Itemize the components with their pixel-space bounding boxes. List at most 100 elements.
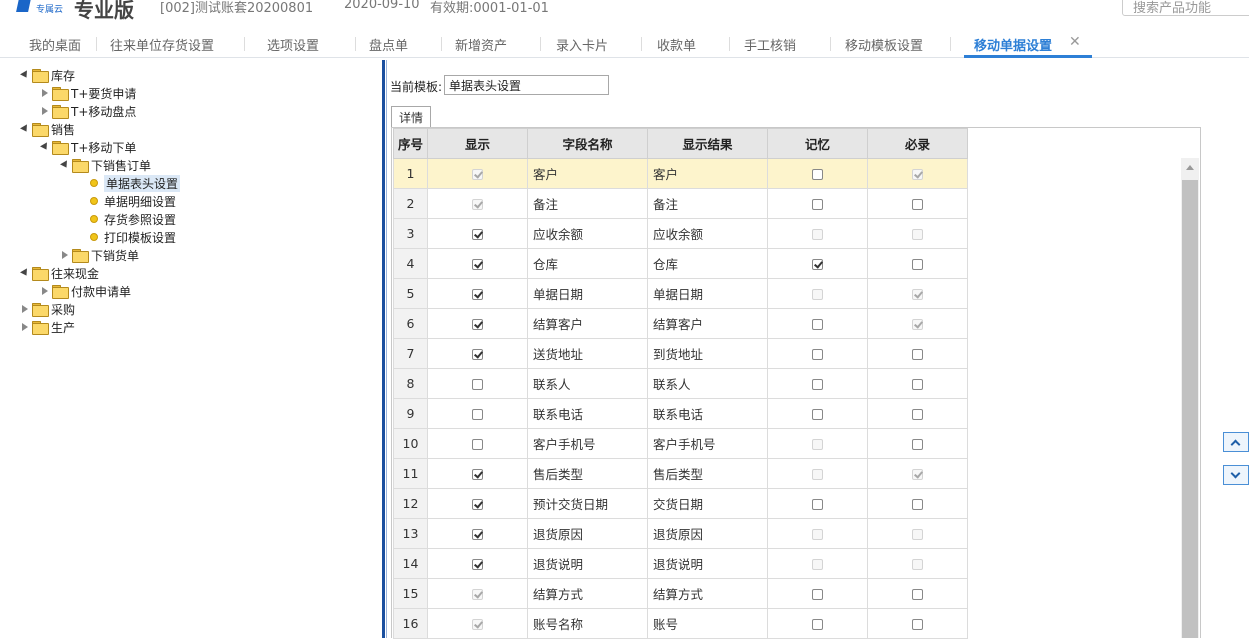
tab-stocktake[interactable]: 盘点单 bbox=[369, 35, 408, 54]
required-checkbox[interactable] bbox=[912, 259, 923, 270]
expand-arrow-icon[interactable] bbox=[20, 124, 30, 134]
display-result-cell[interactable]: 客户手机号 bbox=[647, 428, 768, 459]
required-checkbox[interactable] bbox=[912, 349, 923, 360]
table-row[interactable]: 11 售后类型 售后类型 bbox=[393, 458, 968, 489]
show-checkbox[interactable] bbox=[472, 289, 483, 300]
table-row[interactable]: 1 客户 客户 bbox=[393, 158, 968, 189]
close-tab-icon[interactable]: ✕ bbox=[1069, 34, 1081, 50]
field-name-cell[interactable]: 退货原因 bbox=[527, 518, 648, 549]
field-name-cell[interactable]: 仓库 bbox=[527, 248, 648, 279]
collapse-arrow-icon[interactable] bbox=[40, 106, 50, 116]
show-checkbox[interactable] bbox=[472, 349, 483, 360]
panel-splitter[interactable] bbox=[382, 60, 385, 638]
show-checkbox[interactable] bbox=[472, 229, 483, 240]
tree-leaf-detail-settings[interactable]: 单据明细设置 bbox=[88, 192, 176, 210]
collapse-arrow-icon[interactable] bbox=[40, 88, 50, 98]
show-checkbox[interactable] bbox=[472, 409, 483, 420]
display-result-cell[interactable]: 账号 bbox=[647, 608, 768, 639]
show-checkbox[interactable] bbox=[472, 259, 483, 270]
show-checkbox[interactable] bbox=[472, 529, 483, 540]
table-row[interactable]: 16 账号名称 账号 bbox=[393, 608, 968, 639]
field-name-cell[interactable]: 结算客户 bbox=[527, 308, 648, 339]
memory-checkbox[interactable] bbox=[812, 379, 823, 390]
display-result-cell[interactable]: 客户 bbox=[647, 158, 768, 189]
table-row[interactable]: 3 应收余额 应收余额 bbox=[393, 218, 968, 249]
display-result-cell[interactable]: 售后类型 bbox=[647, 458, 768, 489]
field-name-cell[interactable]: 应收余额 bbox=[527, 218, 648, 249]
field-name-cell[interactable]: 售后类型 bbox=[527, 458, 648, 489]
required-checkbox[interactable] bbox=[912, 409, 923, 420]
show-checkbox[interactable] bbox=[472, 469, 483, 480]
memory-checkbox[interactable] bbox=[812, 589, 823, 600]
collapse-arrow-icon[interactable] bbox=[40, 286, 50, 296]
memory-checkbox[interactable] bbox=[812, 259, 823, 270]
display-result-cell[interactable]: 单据日期 bbox=[647, 278, 768, 309]
tree-leaf-header-settings[interactable]: 单据表头设置 bbox=[88, 174, 181, 192]
field-name-cell[interactable]: 客户手机号 bbox=[527, 428, 648, 459]
display-result-cell[interactable]: 备注 bbox=[647, 188, 768, 219]
field-name-cell[interactable]: 结算方式 bbox=[527, 578, 648, 609]
field-name-cell[interactable]: 联系电话 bbox=[527, 398, 648, 429]
tree-node-sales-order[interactable]: 下销售订单 bbox=[60, 156, 151, 174]
collapse-arrow-icon[interactable] bbox=[60, 250, 70, 260]
show-checkbox[interactable] bbox=[472, 379, 483, 390]
tree-node-sales[interactable]: 销售 bbox=[20, 120, 75, 138]
display-result-cell[interactable]: 联系人 bbox=[647, 368, 768, 399]
show-checkbox[interactable] bbox=[472, 319, 483, 330]
field-name-cell[interactable]: 预计交货日期 bbox=[527, 488, 648, 519]
table-row[interactable]: 6 结算客户 结算客户 bbox=[393, 308, 968, 339]
memory-checkbox[interactable] bbox=[812, 499, 823, 510]
table-row[interactable]: 13 退货原因 退货原因 bbox=[393, 518, 968, 549]
move-down-button[interactable] bbox=[1223, 465, 1249, 485]
col-header-required[interactable]: 必录 bbox=[867, 128, 968, 159]
display-result-cell[interactable]: 退货原因 bbox=[647, 518, 768, 549]
tab-enter-card[interactable]: 录入卡片 bbox=[556, 35, 608, 54]
tree-leaf-stock-ref-settings[interactable]: 存货参照设置 bbox=[88, 210, 176, 228]
table-row[interactable]: 10 客户手机号 客户手机号 bbox=[393, 428, 968, 459]
expand-arrow-icon[interactable] bbox=[40, 142, 50, 152]
display-result-cell[interactable]: 交货日期 bbox=[647, 488, 768, 519]
table-row[interactable]: 2 备注 备注 bbox=[393, 188, 968, 219]
table-row[interactable]: 9 联系电话 联系电话 bbox=[393, 398, 968, 429]
display-result-cell[interactable]: 仓库 bbox=[647, 248, 768, 279]
expand-arrow-icon[interactable] bbox=[60, 160, 70, 170]
display-result-cell[interactable]: 到货地址 bbox=[647, 338, 768, 369]
tree-node-production[interactable]: 生产 bbox=[20, 318, 75, 336]
current-template-input[interactable] bbox=[444, 75, 609, 95]
tab-add-asset[interactable]: 新增资产 bbox=[455, 35, 507, 54]
memory-checkbox[interactable] bbox=[812, 169, 823, 180]
tab-detail[interactable]: 详情 bbox=[391, 106, 431, 127]
field-name-cell[interactable]: 单据日期 bbox=[527, 278, 648, 309]
field-name-cell[interactable]: 退货说明 bbox=[527, 548, 648, 579]
memory-checkbox[interactable] bbox=[812, 319, 823, 330]
tree-leaf-print-template-settings[interactable]: 打印模板设置 bbox=[88, 228, 176, 246]
search-input[interactable]: 搜索产品功能 bbox=[1122, 0, 1249, 16]
display-result-cell[interactable]: 应收余额 bbox=[647, 218, 768, 249]
field-name-cell[interactable]: 客户 bbox=[527, 158, 648, 189]
tab-receipt[interactable]: 收款单 bbox=[657, 35, 696, 54]
display-result-cell[interactable]: 联系电话 bbox=[647, 398, 768, 429]
table-row[interactable]: 5 单据日期 单据日期 bbox=[393, 278, 968, 309]
tree-node-mobile-order[interactable]: T+移动下单 bbox=[40, 138, 136, 156]
tree-node-payment-request[interactable]: 付款申请单 bbox=[40, 282, 131, 300]
tab-partner-stock-settings[interactable]: 往来单位存货设置 bbox=[110, 35, 214, 54]
required-checkbox[interactable] bbox=[912, 199, 923, 210]
table-row[interactable]: 14 退货说明 退货说明 bbox=[393, 548, 968, 579]
field-name-cell[interactable]: 账号名称 bbox=[527, 608, 648, 639]
scroll-up-arrow-icon[interactable] bbox=[1181, 158, 1199, 178]
tree-node-cash[interactable]: 往来现金 bbox=[20, 264, 99, 282]
show-checkbox[interactable] bbox=[472, 439, 483, 450]
display-result-cell[interactable]: 结算方式 bbox=[647, 578, 768, 609]
required-checkbox[interactable] bbox=[912, 439, 923, 450]
scrollbar-thumb[interactable] bbox=[1182, 180, 1198, 638]
memory-checkbox[interactable] bbox=[812, 619, 823, 630]
expand-arrow-icon[interactable] bbox=[20, 268, 30, 278]
tab-option-settings[interactable]: 选项设置 bbox=[267, 35, 319, 54]
tab-mobile-doc-settings[interactable]: 移动单据设置 bbox=[974, 35, 1052, 54]
display-result-cell[interactable]: 退货说明 bbox=[647, 548, 768, 579]
show-checkbox[interactable] bbox=[472, 499, 483, 510]
tab-mobile-template-settings[interactable]: 移动模板设置 bbox=[845, 35, 923, 54]
required-checkbox[interactable] bbox=[912, 379, 923, 390]
memory-checkbox[interactable] bbox=[812, 349, 823, 360]
show-checkbox[interactable] bbox=[472, 559, 483, 570]
